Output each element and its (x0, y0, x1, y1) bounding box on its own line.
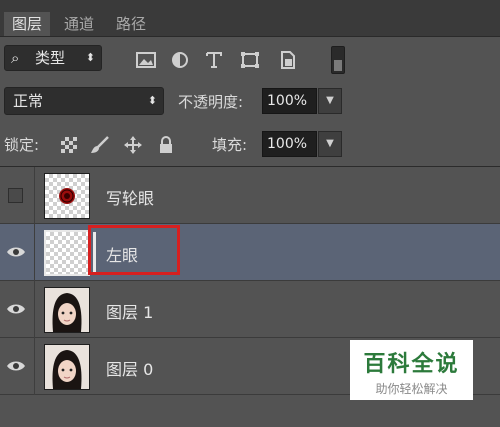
layer-row[interactable]: 图层 1 (0, 281, 500, 338)
search-icon: ⌕ (11, 49, 20, 67)
eye-icon[interactable] (6, 299, 26, 319)
blend-mode-value: 正常 (13, 92, 44, 110)
lock-row: 锁定: 填充: 100% ▼ (0, 124, 500, 164)
tab-channels[interactable]: 通道 (56, 12, 102, 36)
row-divider (34, 224, 35, 281)
watermark-title: 百科全说 (363, 352, 460, 377)
layer-row[interactable]: 写轮眼 (0, 167, 500, 224)
text-filter-icon[interactable] (204, 51, 224, 69)
opacity-dropdown-button[interactable]: ▼ (318, 88, 342, 114)
blend-mode-select[interactable]: 正常 ⬍ (4, 87, 164, 115)
watermark-subtitle: 助你轻松解决 (375, 382, 448, 396)
fill-label: 填充: (212, 136, 248, 154)
row-divider (34, 167, 35, 224)
filter-kind-label: 类型 (35, 49, 66, 67)
row-divider (34, 338, 35, 395)
row-divider (34, 281, 35, 338)
lock-label: 锁定: (4, 136, 40, 154)
panel-tab-bar: 图层 通道 路径 (0, 0, 500, 37)
tab-paths[interactable]: 路径 (108, 12, 154, 36)
layer-row-selected[interactable]: 左眼 (0, 224, 500, 281)
layer-thumbnail[interactable] (44, 173, 90, 219)
highlight-box (88, 225, 180, 275)
updown-arrow-icon: ⬍ (85, 51, 95, 64)
layer-thumbnail[interactable] (44, 287, 90, 333)
filter-kind-select[interactable]: ⌕ 类型 ⬍ (4, 45, 102, 71)
lock-image-pixels-icon[interactable] (90, 136, 109, 154)
visibility-toggle-off[interactable] (8, 188, 23, 203)
layer-name: 图层 0 (106, 360, 154, 379)
sharingan-thumb-icon (59, 188, 75, 204)
updown-arrow-icon: ⬍ (147, 94, 157, 107)
portrait-thumb-icon (45, 345, 89, 389)
lock-all-icon[interactable] (157, 136, 175, 154)
opacity-input[interactable]: 100% (262, 88, 317, 114)
layer-name: 图层 1 (106, 303, 154, 322)
filter-row: ⌕ 类型 ⬍ (0, 37, 500, 81)
smart-object-filter-icon[interactable] (278, 51, 298, 69)
filter-toggle-switch[interactable] (331, 46, 345, 74)
layer-thumbnail[interactable] (44, 344, 90, 390)
fill-input[interactable]: 100% (262, 131, 317, 157)
portrait-thumb-icon (45, 288, 89, 332)
tab-layers[interactable]: 图层 (4, 12, 51, 36)
lock-transparent-pixels-icon[interactable] (60, 136, 78, 154)
eye-icon[interactable] (6, 356, 26, 376)
adjustment-filter-icon[interactable] (170, 51, 190, 69)
eye-icon[interactable] (6, 242, 26, 262)
watermark-logo: 百科全说 助你轻松解决 (350, 340, 473, 400)
layer-thumbnail[interactable] (44, 230, 90, 276)
shape-filter-icon[interactable] (240, 51, 260, 69)
image-filter-icon[interactable] (136, 51, 156, 69)
blend-row: 正常 ⬍ 不透明度: 100% ▼ (0, 82, 500, 122)
layer-name: 写轮眼 (106, 189, 155, 208)
opacity-label: 不透明度: (178, 93, 244, 111)
lock-position-icon[interactable] (124, 136, 142, 154)
fill-dropdown-button[interactable]: ▼ (318, 131, 342, 157)
